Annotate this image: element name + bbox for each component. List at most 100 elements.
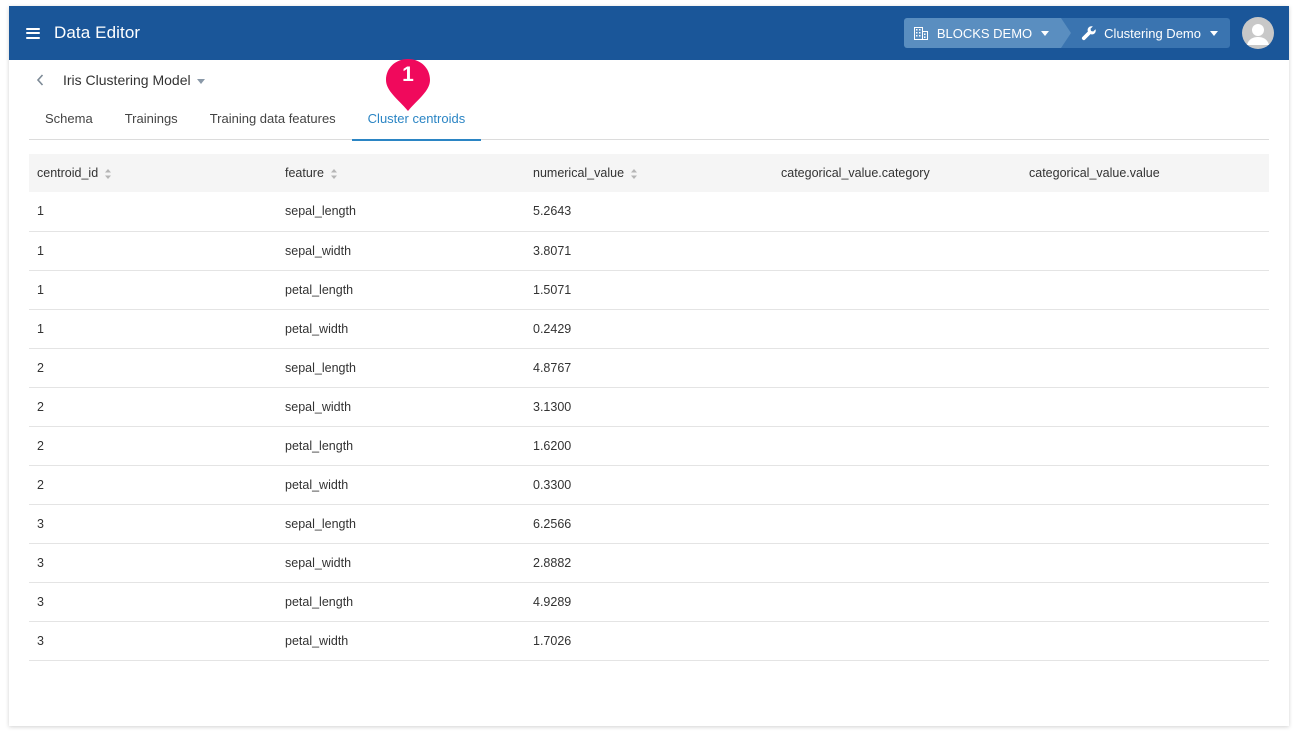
cell-feature: petal_width (285, 477, 349, 492)
model-title-dropdown[interactable]: Iris Clustering Model (63, 72, 205, 88)
cell-centroid-id: 1 (37, 282, 44, 297)
table-row: 3 petal_length 4.9289 (29, 582, 1269, 621)
cell-feature: sepal_width (285, 555, 352, 570)
column-header-categorical-value-value: categorical_value.value (1021, 154, 1269, 192)
cell-categorical-value-category (773, 309, 1021, 348)
wrench-icon (1082, 26, 1096, 41)
cell-feature: sepal_length (285, 204, 356, 219)
hamburger-menu-icon[interactable] (26, 27, 40, 39)
table-header-row: centroid_id feature numerical_value categor… (29, 154, 1269, 192)
cell-centroid-id: 1 (37, 243, 44, 258)
cell-categorical-value-value (1021, 387, 1269, 426)
cell-categorical-value-value (1021, 192, 1269, 231)
cell-numerical-value: 0.3300 (533, 477, 572, 492)
cell-centroid-id: 3 (37, 555, 44, 570)
user-avatar-icon[interactable] (1242, 17, 1274, 49)
cell-centroid-id: 2 (37, 360, 44, 375)
tab-trainings[interactable]: Trainings (109, 104, 194, 140)
org-caret-down-icon (1041, 30, 1050, 36)
cell-centroid-id: 2 (37, 477, 44, 492)
cell-categorical-value-value (1021, 270, 1269, 309)
cell-categorical-value-category (773, 621, 1021, 660)
cell-numerical-value: 4.9289 (533, 594, 572, 609)
table-row: 2 sepal_width 3.1300 (29, 387, 1269, 426)
cell-feature: petal_width (285, 321, 349, 336)
cell-categorical-value-category (773, 192, 1021, 231)
cell-categorical-value-category (773, 582, 1021, 621)
project-selector[interactable]: Clustering Demo (1061, 18, 1230, 48)
cell-feature: petal_length (285, 594, 354, 609)
cell-numerical-value: 3.8071 (533, 243, 572, 258)
cell-feature: petal_width (285, 633, 349, 648)
tab-bar: Schema Trainings Training data features … (29, 104, 1269, 141)
tab-schema[interactable]: Schema (29, 104, 109, 140)
tab-training-data-features[interactable]: Training data features (194, 104, 352, 140)
cell-categorical-value-category (773, 348, 1021, 387)
table-row: 3 petal_width 1.7026 (29, 621, 1269, 660)
cell-categorical-value-category (773, 465, 1021, 504)
column-header-numerical-value[interactable]: numerical_value (525, 154, 773, 192)
cell-categorical-value-value (1021, 309, 1269, 348)
cell-centroid-id: 3 (37, 633, 44, 648)
column-header-centroid-id[interactable]: centroid_id (29, 154, 277, 192)
cell-centroid-id: 3 (37, 594, 44, 609)
cell-feature: sepal_length (285, 516, 356, 531)
cell-feature: petal_length (285, 438, 354, 453)
cell-categorical-value-value (1021, 504, 1269, 543)
annotation-badge: 1 (384, 57, 432, 115)
cell-numerical-value: 4.8767 (533, 360, 572, 375)
cell-categorical-value-category (773, 426, 1021, 465)
cell-numerical-value: 3.1300 (533, 399, 572, 414)
table-row: 2 petal_width 0.3300 (29, 465, 1269, 504)
cell-centroid-id: 2 (37, 399, 44, 414)
app-window: Data Editor BLOCKS DEMO Clustering Demo … (9, 6, 1289, 726)
sort-icon[interactable] (330, 168, 338, 180)
app-title: Data Editor (54, 23, 141, 42)
table-row: 1 petal_width 0.2429 (29, 309, 1269, 348)
org-label: BLOCKS DEMO (936, 25, 1033, 41)
model-title: Iris Clustering Model (63, 72, 191, 88)
column-header-label: categorical_value.category (781, 166, 930, 180)
column-header-label: centroid_id (37, 166, 99, 180)
cell-numerical-value: 1.5071 (533, 282, 572, 297)
column-header-label: numerical_value (533, 166, 625, 180)
cell-feature: sepal_width (285, 243, 352, 258)
cell-feature: sepal_width (285, 399, 352, 414)
cell-categorical-value-category (773, 231, 1021, 270)
cell-categorical-value-value (1021, 426, 1269, 465)
table-row: 3 sepal_length 6.2566 (29, 504, 1269, 543)
cell-numerical-value: 0.2429 (533, 321, 572, 336)
cell-categorical-value-value (1021, 465, 1269, 504)
column-header-label: feature (285, 166, 324, 180)
cell-numerical-value: 5.2643 (533, 204, 572, 219)
cell-centroid-id: 3 (37, 516, 44, 531)
table-row: 1 sepal_width 3.8071 (29, 231, 1269, 270)
table-row: 2 sepal_length 4.8767 (29, 348, 1269, 387)
cell-categorical-value-value (1021, 231, 1269, 270)
cell-categorical-value-category (773, 270, 1021, 309)
table-row: 1 sepal_length 5.2643 (29, 192, 1269, 231)
building-icon (913, 26, 928, 40)
sort-icon[interactable] (104, 168, 112, 180)
table-row: 1 petal_length 1.5071 (29, 270, 1269, 309)
table-row: 2 petal_length 1.6200 (29, 426, 1269, 465)
table-row: 3 sepal_width 2.8882 (29, 543, 1269, 582)
model-caret-down-icon (196, 78, 205, 84)
cell-feature: petal_length (285, 282, 354, 297)
cell-centroid-id: 1 (37, 321, 44, 336)
cell-categorical-value-value (1021, 621, 1269, 660)
cell-categorical-value-category (773, 387, 1021, 426)
topbar-breadcrumb: BLOCKS DEMO Clustering Demo (903, 6, 1289, 60)
cell-categorical-value-category (773, 504, 1021, 543)
column-header-categorical-value-category: categorical_value.category (773, 154, 1021, 192)
sort-icon[interactable] (630, 168, 638, 180)
annotation-number: 1 (402, 63, 414, 86)
cell-categorical-value-value (1021, 348, 1269, 387)
cell-feature: sepal_length (285, 360, 356, 375)
org-selector[interactable]: BLOCKS DEMO (903, 18, 1072, 48)
cell-centroid-id: 1 (37, 204, 44, 219)
chevron-left-icon[interactable] (35, 73, 45, 87)
column-header-label: categorical_value.value (1029, 166, 1160, 180)
column-header-feature[interactable]: feature (277, 154, 525, 192)
cell-numerical-value: 1.7026 (533, 633, 572, 648)
